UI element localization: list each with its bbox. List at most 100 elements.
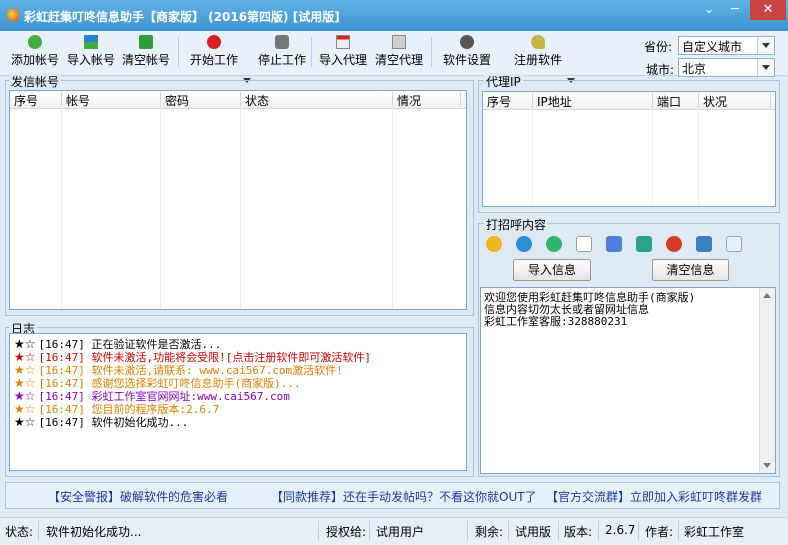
auth-label: 授权给: <box>326 525 367 539</box>
greeting-line: 彩虹工作室客服:328880231 <box>484 315 628 328</box>
start-work-button[interactable]: 开始工作 <box>189 33 239 71</box>
status-label: 状态: <box>5 525 34 539</box>
log-text: [16:47] 软件初始化成功... <box>38 416 189 429</box>
document-icon[interactable] <box>726 236 742 252</box>
user-yellow-icon[interactable] <box>486 236 502 252</box>
status-value: 软件初始化成功... <box>46 525 142 539</box>
col-index[interactable]: 序号 <box>483 93 533 109</box>
col-ip[interactable]: IP地址 <box>533 93 653 109</box>
status-separator <box>369 521 370 541</box>
title-bar[interactable]: 彩虹赶集叮咚信息助手【商家版】 (2016第四版) [试用版] ⌄ ─ ✕ <box>0 0 788 31</box>
col-status[interactable]: 状态 <box>241 92 393 108</box>
import-info-button[interactable]: 导入信息 <box>513 259 591 281</box>
play-icon <box>207 35 221 49</box>
grid-line <box>392 108 393 309</box>
scroll-up-icon[interactable] <box>763 293 771 298</box>
import-account-button[interactable]: 导入帐号 <box>66 33 116 71</box>
proxy-group-title: 代理IP <box>484 73 523 90</box>
add-account-button[interactable]: 添加帐号 <box>10 33 60 71</box>
clear-info-button[interactable]: 清空信息 <box>652 259 729 281</box>
window-title: 彩虹赶集叮咚信息助手【商家版】 (2016第四版) [试用版] <box>24 10 340 24</box>
greeting-scrollbar[interactable] <box>759 288 775 473</box>
app-logo-icon <box>7 9 19 21</box>
col-situation[interactable]: 情况 <box>393 92 461 108</box>
close-button[interactable]: ✕ <box>750 0 786 20</box>
proxy-table[interactable]: 序号 IP地址 端口 状况 <box>482 91 776 207</box>
alert-icon[interactable] <box>636 236 652 252</box>
scroll-down-icon[interactable] <box>763 463 771 468</box>
maximize-button[interactable] <box>718 0 748 20</box>
grid-line <box>160 108 161 309</box>
status-separator <box>638 521 639 541</box>
status-separator <box>508 521 509 541</box>
grid-line <box>698 109 699 206</box>
accounts-group-title: 发信帐号 <box>9 73 62 90</box>
status-bar: 状态: 软件初始化成功... 授权给: 试用用户 剩余: 试用版 版本: 2.6… <box>0 517 788 545</box>
trash-icon <box>392 35 406 49</box>
greeting-textarea[interactable]: 欢迎您使用彩虹赶集叮咚信息助手(商家版) 信息内容切勿太长或者留网址信息 彩虹工… <box>480 287 776 474</box>
status-separator <box>38 521 39 541</box>
remain-value: 试用版 <box>515 525 552 539</box>
col-account[interactable]: 帐号 <box>62 92 161 108</box>
font-icon[interactable] <box>576 236 592 252</box>
recommend-link[interactable]: 【同款推荐】还在手动发帖吗？不看这你就OUT了 <box>271 488 537 505</box>
col-state[interactable]: 状况 <box>699 93 771 109</box>
remain-label: 剩余: <box>475 525 504 539</box>
status-separator <box>598 521 599 541</box>
user-blue-icon[interactable] <box>516 236 532 252</box>
main-window: 彩虹赶集叮咚信息助手【商家版】 (2016第四版) [试用版] ⌄ ─ ✕ 添加… <box>0 0 788 545</box>
grid-line <box>532 109 533 206</box>
province-label: 省份: <box>644 40 673 54</box>
status-separator <box>467 521 468 541</box>
toolbar: 添加帐号 导入帐号 清空帐号 开始工作 停止工作 导入代理 清空代理 软件设置 … <box>0 31 788 83</box>
import-icon <box>84 35 98 49</box>
chevron-down-icon[interactable] <box>757 37 774 54</box>
import-proxy-icon <box>336 35 350 49</box>
gear-icon <box>460 35 474 49</box>
city-label: 城市: <box>646 63 675 77</box>
alarm-clock-icon[interactable] <box>546 236 562 252</box>
tools-icon[interactable] <box>696 236 712 252</box>
author-label: 作者: <box>645 525 674 539</box>
star-icon: ★☆ <box>14 415 36 429</box>
stop-icon <box>275 35 289 49</box>
grid-line <box>652 109 653 206</box>
text-badge-icon[interactable] <box>606 236 622 252</box>
col-password[interactable]: 密码 <box>161 92 241 108</box>
status-separator <box>558 521 559 541</box>
log-entry: ★☆ [16:47] 软件初始化成功... <box>14 414 188 430</box>
toolbar-separator <box>431 37 432 67</box>
trash-icon <box>139 35 153 49</box>
grid-line <box>240 108 241 309</box>
toolbar-separator <box>178 37 179 67</box>
security-warning-link[interactable]: 【安全警报】破解软件的危害必看 <box>48 488 228 505</box>
status-separator <box>678 521 679 541</box>
settings-button[interactable]: 软件设置 <box>442 33 492 71</box>
biohazard-icon[interactable] <box>666 236 682 252</box>
status-separator <box>318 521 319 541</box>
promo-banner: 【安全警报】破解软件的危害必看 【同款推荐】还在手动发帖吗？不看这你就OUT了 … <box>5 482 780 509</box>
col-port[interactable]: 端口 <box>653 93 699 109</box>
log-panel[interactable]: ★☆ [16:47] 正在验证软件是否激活... ★☆ [16:47] 软件未激活,功… <box>9 333 467 471</box>
grid-line <box>61 108 62 309</box>
version-label: 版本: <box>564 525 593 539</box>
province-select[interactable]: 自定义城市 <box>678 36 775 55</box>
key-icon <box>531 35 545 49</box>
col-index[interactable]: 序号 <box>10 92 62 108</box>
author-value: 彩虹工作室 <box>684 525 745 539</box>
version-value: 2.6.7 <box>605 523 636 537</box>
add-icon <box>28 35 42 49</box>
auth-value: 试用用户 <box>376 525 425 539</box>
accounts-table-header: 序号 帐号 密码 状态 情况 <box>10 91 466 109</box>
clear-proxy-button[interactable]: 清空代理 <box>374 33 424 71</box>
greeting-group-title: 打招呼内容 <box>484 216 549 233</box>
chevron-down-icon[interactable] <box>757 59 774 76</box>
toolbar-separator <box>311 37 312 67</box>
accounts-table[interactable]: 序号 帐号 密码 状态 情况 <box>9 90 467 310</box>
city-select[interactable]: 北京 <box>678 58 775 77</box>
clear-account-button[interactable]: 清空帐号 <box>121 33 171 71</box>
stop-work-button[interactable]: 停止工作 <box>257 33 307 71</box>
import-proxy-button[interactable]: 导入代理 <box>318 33 368 71</box>
group-link[interactable]: 【官方交流群】立即加入彩虹叮咚群发群 <box>546 488 762 505</box>
register-button[interactable]: 注册软件 <box>513 33 563 71</box>
